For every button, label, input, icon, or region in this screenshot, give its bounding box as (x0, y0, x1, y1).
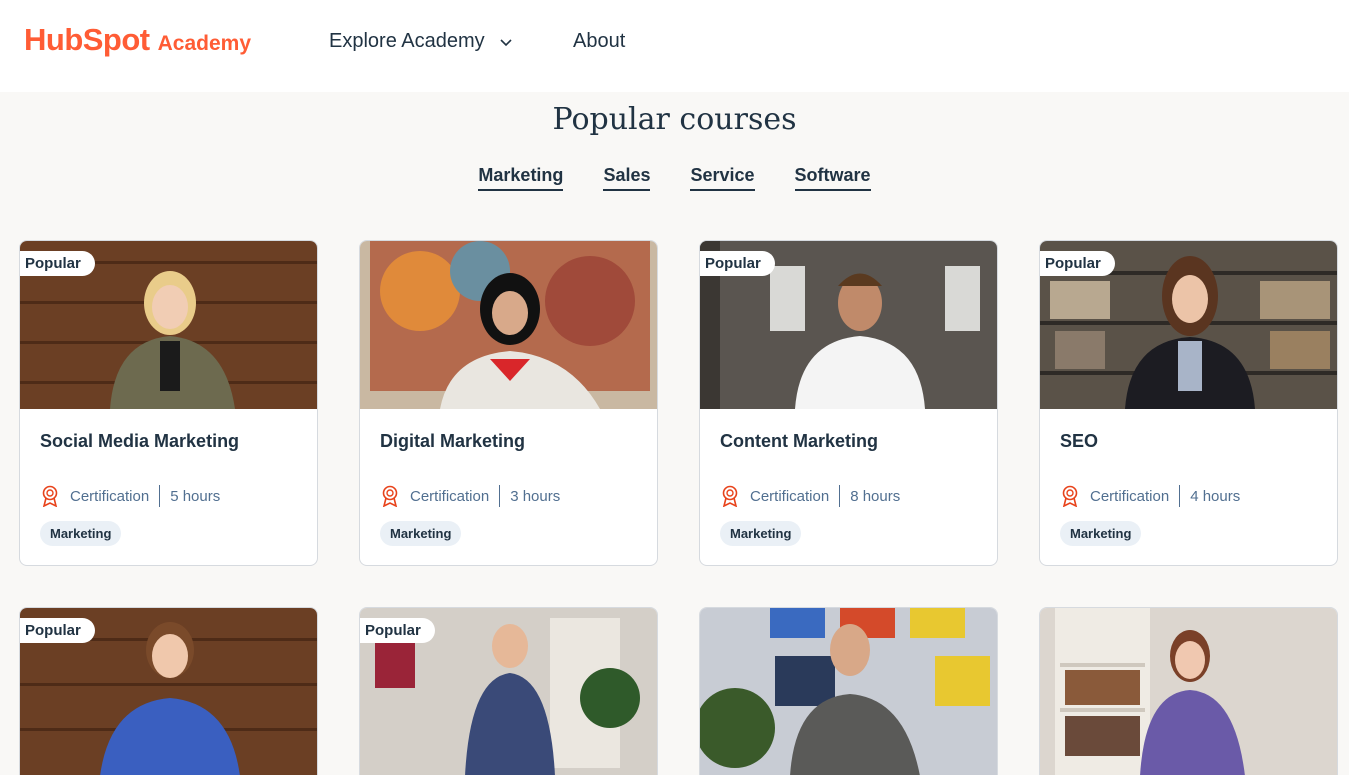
course-tag[interactable]: Marketing (1060, 521, 1142, 546)
chevron-down-icon (500, 38, 512, 46)
popular-badge: Popular (1040, 251, 1115, 276)
course-type: Certification (410, 487, 490, 505)
course-thumbnail: Popular (1040, 241, 1337, 409)
course-title: Social Media Marketing (40, 431, 240, 451)
course-title: SEO (1060, 431, 1099, 451)
course-meta: Certification 8 hours (720, 485, 900, 507)
nav-explore-label: Explore Academy (329, 30, 485, 52)
course-thumbnail: Popular (20, 608, 317, 775)
course-type: Certification (1090, 487, 1170, 505)
popular-badge: Popular (700, 251, 775, 276)
meta-divider (839, 485, 841, 507)
course-duration: 5 hours (170, 487, 221, 505)
page-title: Popular courses (552, 102, 797, 137)
certification-icon (42, 485, 58, 507)
certification-icon (722, 485, 738, 507)
course-type: Certification (750, 487, 830, 505)
course-tag[interactable]: Marketing (40, 521, 122, 546)
course-thumbnail: Popular (700, 241, 997, 409)
course-thumbnail: Popular (20, 241, 317, 409)
nav-explore-academy[interactable]: Explore Academy (329, 30, 513, 53)
course-meta: Certification 3 hours (380, 485, 560, 507)
course-card[interactable]: Digital Marketing Certification 3 hours … (359, 240, 658, 566)
tab-marketing[interactable]: Marketing (478, 165, 564, 191)
tab-service[interactable]: Service (690, 165, 755, 191)
certification-icon (1062, 485, 1078, 507)
popular-badge: Popular (360, 618, 435, 643)
nav-about[interactable]: About (573, 30, 625, 53)
course-card[interactable]: Popular SEO Certification 4 hours Market… (1039, 240, 1338, 566)
course-thumbnail (360, 241, 657, 409)
popular-badge: Popular (20, 251, 95, 276)
course-tag[interactable]: Marketing (380, 521, 462, 546)
course-card[interactable]: Popular Content Marketing Certification … (699, 240, 998, 566)
tab-software[interactable]: Software (794, 165, 871, 191)
course-duration: 4 hours (1190, 487, 1241, 505)
logo-academy-text: Academy (157, 32, 252, 55)
popular-badge: Popular (20, 618, 95, 643)
course-type: Certification (70, 487, 150, 505)
course-thumbnail: Popular (360, 608, 657, 775)
course-title: Digital Marketing (380, 431, 526, 451)
category-tabs: Marketing Sales Service Software (0, 165, 1349, 191)
course-duration: 3 hours (510, 487, 561, 505)
tab-sales[interactable]: Sales (603, 165, 651, 191)
nav-about-label: About (573, 30, 626, 52)
hubspot-academy-logo[interactable]: HubSpot Academy (24, 22, 251, 58)
course-meta: Certification 5 hours (40, 485, 220, 507)
meta-divider (499, 485, 501, 507)
course-card[interactable]: Popular Social Media Marketing Certifica… (19, 240, 318, 566)
course-card[interactable]: Popular (19, 607, 318, 775)
top-navigation-bar: HubSpot Academy Explore Academy About (0, 0, 1349, 92)
course-card[interactable] (699, 607, 998, 775)
certification-icon (382, 485, 398, 507)
course-card[interactable]: Popular (359, 607, 658, 775)
course-thumbnail (700, 608, 997, 775)
course-title: Content Marketing (720, 431, 879, 451)
course-thumbnail (1040, 608, 1337, 775)
logo-hub-text: HubSpot (24, 22, 150, 57)
course-duration: 8 hours (850, 487, 901, 505)
course-tag[interactable]: Marketing (720, 521, 802, 546)
course-meta: Certification 4 hours (1060, 485, 1240, 507)
meta-divider (159, 485, 161, 507)
meta-divider (1179, 485, 1181, 507)
course-card[interactable] (1039, 607, 1338, 775)
